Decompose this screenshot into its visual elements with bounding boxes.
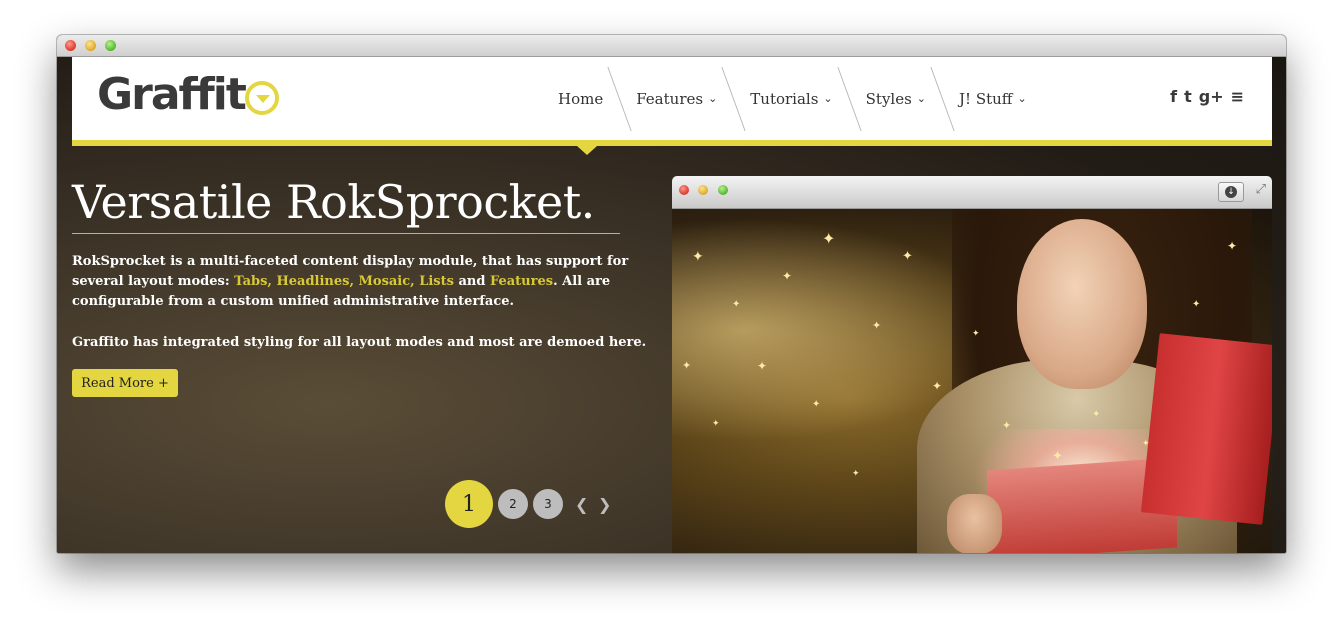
main-nav: Home Features ⌄ Tutorials ⌄ Styles ⌄ J! … bbox=[542, 57, 1043, 140]
layout-modes-link[interactable]: Tabs, Headlines, Mosaic, Lists bbox=[234, 274, 454, 289]
rss-icon[interactable]: ≡ bbox=[1231, 87, 1244, 106]
window-titlebar bbox=[57, 35, 1286, 57]
slide-pagination: 1 2 3 ❮ ❯ bbox=[445, 480, 613, 528]
nav-home-label: Home bbox=[558, 89, 604, 108]
features-link[interactable]: Features bbox=[490, 274, 553, 289]
prev-arrow-icon[interactable]: ❮ bbox=[575, 495, 590, 514]
site-body: Graffit Home Features ⌄ Tutorials ⌄ Styl… bbox=[57, 57, 1286, 553]
nav-features[interactable]: Features ⌄ bbox=[620, 57, 733, 140]
hero-title: Versatile RokSprocket. bbox=[72, 175, 595, 229]
page-button-2[interactable]: 2 bbox=[498, 489, 528, 519]
page-button-3[interactable]: 3 bbox=[533, 489, 563, 519]
site-logo[interactable]: Graffit bbox=[97, 68, 279, 120]
nav-features-label: Features bbox=[636, 89, 704, 108]
hero-title-underline bbox=[72, 233, 620, 234]
logo-text: Graffit bbox=[97, 68, 247, 120]
logo-o-arrow-icon bbox=[244, 81, 279, 115]
nav-tutorials[interactable]: Tutorials ⌄ bbox=[734, 57, 848, 140]
image-window-titlebar: ↓ ⤢ bbox=[672, 176, 1272, 209]
nav-jstuff[interactable]: J! Stuff ⌄ bbox=[943, 57, 1043, 140]
chevron-down-icon: ⌄ bbox=[823, 92, 833, 105]
site-header: Graffit Home Features ⌄ Tutorials ⌄ Styl… bbox=[72, 57, 1272, 140]
google-plus-icon[interactable]: g+ bbox=[1199, 87, 1224, 106]
minimize-window-button[interactable] bbox=[85, 40, 96, 51]
chevron-down-icon: ⌄ bbox=[708, 92, 718, 105]
close-window-button[interactable] bbox=[65, 40, 76, 51]
image-minimize-button[interactable] bbox=[698, 185, 708, 195]
hero-description-2: Graffito has integrated styling for all … bbox=[72, 335, 647, 350]
twitter-icon[interactable]: t bbox=[1184, 87, 1192, 106]
zoom-window-button[interactable] bbox=[105, 40, 116, 51]
browser-window: Graffit Home Features ⌄ Tutorials ⌄ Styl… bbox=[57, 35, 1286, 553]
chevron-down-icon: ⌄ bbox=[1017, 92, 1027, 105]
expand-icon[interactable]: ⤢ bbox=[1256, 182, 1266, 197]
nav-styles-label: Styles bbox=[865, 89, 912, 108]
nav-tutorials-label: Tutorials bbox=[750, 89, 819, 108]
download-icon: ↓ bbox=[1225, 186, 1237, 198]
header-accent-bar bbox=[72, 140, 1272, 146]
nav-styles[interactable]: Styles ⌄ bbox=[850, 57, 942, 140]
page-button-1[interactable]: 1 bbox=[445, 480, 493, 528]
image-close-button[interactable] bbox=[679, 185, 689, 195]
active-nav-indicator bbox=[577, 146, 597, 155]
hero-photo: ✦ ✦ ✦ ✦ ✦ ✦ ✦ ✦ ✦ ✦ ✦ ✦ ✦ ✦ ✦ ✦ ✦ ✦ ✦ bbox=[672, 209, 1272, 553]
facebook-icon[interactable]: f bbox=[1170, 87, 1177, 106]
hero-description: RokSprocket is a multi-faceted content d… bbox=[72, 252, 662, 312]
image-preview-window: ↓ ⤢ ✦ ✦ ✦ ✦ ✦ ✦ ✦ ✦ ✦ ✦ ✦ ✦ ✦ ✦ ✦ ✦ ✦ ✦ … bbox=[672, 176, 1272, 553]
next-arrow-icon[interactable]: ❯ bbox=[598, 495, 613, 514]
hero-text-and: and bbox=[453, 274, 490, 289]
download-button[interactable]: ↓ bbox=[1218, 182, 1244, 202]
read-more-button[interactable]: Read More + bbox=[72, 369, 178, 397]
nav-jstuff-label: J! Stuff bbox=[959, 89, 1013, 108]
image-zoom-button[interactable] bbox=[718, 185, 728, 195]
social-links: f t g+ ≡ bbox=[1170, 87, 1244, 106]
slide-arrows: ❮ ❯ bbox=[575, 495, 613, 514]
chevron-down-icon: ⌄ bbox=[916, 92, 927, 105]
